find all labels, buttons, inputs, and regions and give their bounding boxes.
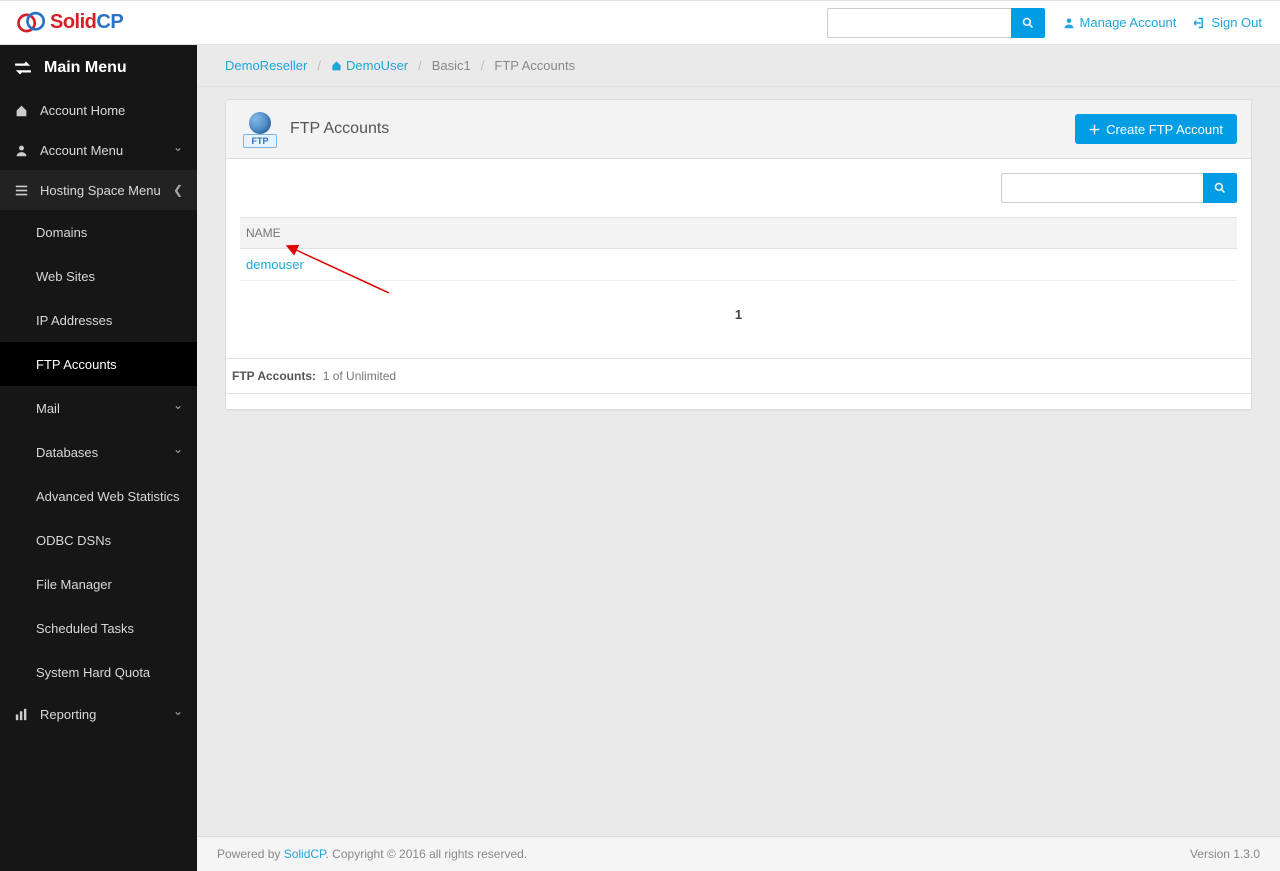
crumb-basic1: Basic1 [432,58,471,73]
logo-icon [14,8,50,38]
ftp-accounts-panel: FTP FTP Accounts Create FTP Account [225,99,1252,410]
footer-text: Powered by SolidCP. Copyright © 2016 all… [217,847,527,861]
plus-icon [1089,124,1100,135]
hosting-space-submenu: Domains Web Sites IP Addresses FTP Accou… [0,210,197,694]
manage-account-link[interactable]: Manage Account [1063,15,1177,30]
breadcrumb: DemoReseller / DemoUser / Basic1 / FTP A… [197,45,1280,87]
breadcrumb-separator: / [317,58,321,73]
nav-odbc-dsns[interactable]: ODBC DSNs [0,518,197,562]
ftp-icon: FTP [240,110,280,148]
footer-solidcp-link[interactable]: SolidCP [284,847,326,861]
global-search [827,8,1045,38]
nav-label: Mail [36,401,60,416]
chevron-down-icon [173,401,183,415]
panel-search [240,173,1237,203]
nav-label: Databases [36,445,98,460]
nav-label: Account Menu [40,143,123,158]
nav-label: System Hard Quota [36,665,150,680]
panel-tail [226,393,1251,409]
nav-system-hard-quota[interactable]: System Hard Quota [0,650,197,694]
quota-row: FTP Accounts: 1 of Unlimited [226,358,1251,393]
nav-label: Web Sites [36,269,95,284]
breadcrumb-separator: / [481,58,485,73]
ftp-accounts-table: NAME demouser [240,217,1237,281]
nav-databases[interactable]: Databases [0,430,197,474]
nav-label: FTP Accounts [36,357,117,372]
table-row: demouser [240,249,1237,281]
chevron-down-icon [173,707,183,721]
exchange-icon [14,59,32,77]
main-content: DemoReseller / DemoUser / Basic1 / FTP A… [197,45,1280,871]
main-menu-header: Main Menu [0,45,197,90]
nav-label: Domains [36,225,87,240]
create-ftp-account-button[interactable]: Create FTP Account [1075,114,1237,144]
nav-hosting-space-menu[interactable]: Hosting Space Menu [0,170,197,210]
sign-out-link[interactable]: Sign Out [1194,15,1262,30]
search-icon [1214,182,1226,194]
panel-title: FTP Accounts [290,120,389,138]
nav-label: ODBC DSNs [36,533,111,548]
global-search-button[interactable] [1011,8,1045,38]
col-name: NAME [240,218,1237,249]
search-icon [1022,17,1034,29]
nav-reporting[interactable]: Reporting [0,694,197,734]
pagination: 1 [240,281,1237,344]
top-bar: SolidCP Manage Account Sign Out [0,0,1280,45]
nav-file-manager[interactable]: File Manager [0,562,197,606]
nav-ftp-accounts[interactable]: FTP Accounts [0,342,197,386]
list-icon [14,184,28,197]
ftp-account-link[interactable]: demouser [246,257,304,272]
bar-chart-icon [14,708,28,721]
crumb-ftp-accounts: FTP Accounts [494,58,575,73]
panel-header: FTP FTP Accounts Create FTP Account [226,100,1251,159]
crumb-demoreseller[interactable]: DemoReseller [225,58,307,73]
nav-label: IP Addresses [36,313,112,328]
crumb-demouser[interactable]: DemoUser [331,58,408,73]
nav-domains[interactable]: Domains [0,210,197,254]
breadcrumb-separator: / [418,58,422,73]
nav-account-menu[interactable]: Account Menu [0,130,197,170]
nav-label: Scheduled Tasks [36,621,134,636]
user-icon [1063,17,1075,29]
panel-search-button[interactable] [1203,173,1237,203]
chevron-left-icon [173,183,183,197]
nav-label: Hosting Space Menu [40,183,161,198]
home-icon [14,104,28,117]
sign-out-icon [1194,17,1206,29]
page-number[interactable]: 1 [735,307,742,322]
logo[interactable]: SolidCP [14,8,123,38]
home-icon [331,60,342,71]
logo-text: SolidCP [50,11,123,34]
nav-account-home[interactable]: Account Home [0,90,197,130]
nav-mail[interactable]: Mail [0,386,197,430]
nav-web-sites[interactable]: Web Sites [0,254,197,298]
user-icon [14,144,28,157]
version-text: Version 1.3.0 [1190,847,1260,861]
nav-scheduled-tasks[interactable]: Scheduled Tasks [0,606,197,650]
nav-ip-addresses[interactable]: IP Addresses [0,298,197,342]
nav-advanced-web-statistics[interactable]: Advanced Web Statistics [0,474,197,518]
nav-label: Reporting [40,707,96,722]
quota-value: 1 of Unlimited [323,369,396,383]
sidebar: Main Menu Account Home Account Menu Host… [0,45,197,871]
panel-search-input[interactable] [1001,173,1203,203]
quota-label: FTP Accounts: [232,369,316,383]
chevron-down-icon [173,143,183,157]
nav-label: Account Home [40,103,125,118]
nav-label: File Manager [36,577,112,592]
global-search-input[interactable] [827,8,1011,38]
footer: Powered by SolidCP. Copyright © 2016 all… [197,836,1280,871]
chevron-down-icon [173,445,183,459]
nav-label: Advanced Web Statistics [36,489,180,504]
